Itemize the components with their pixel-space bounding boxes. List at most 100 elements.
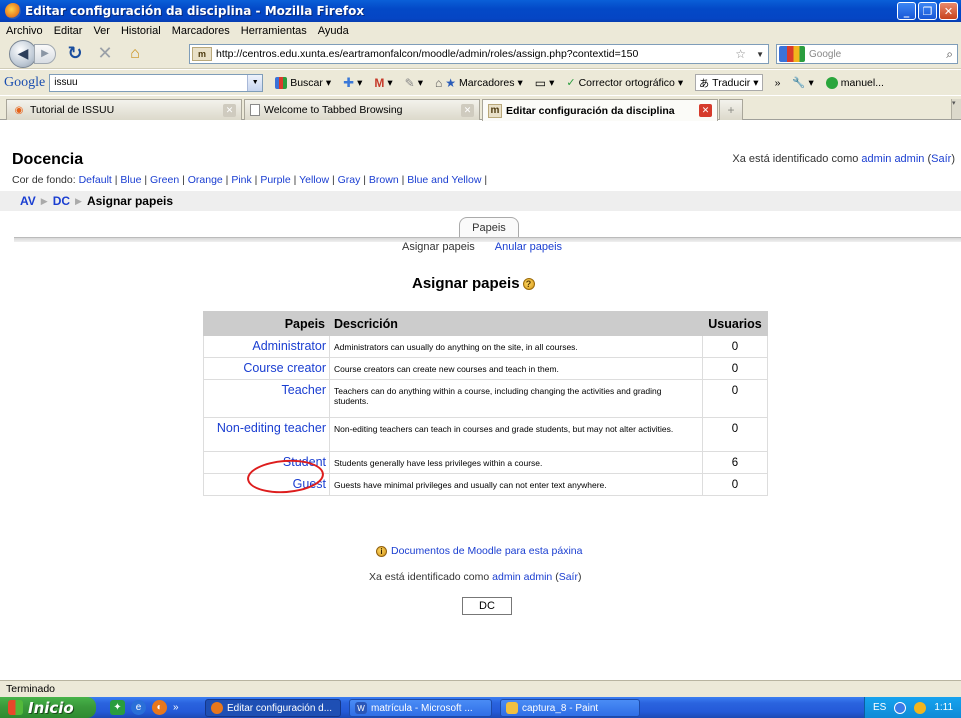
role-link-non-editing-teacher[interactable]: Non-editing teacher — [217, 421, 326, 435]
frame-button[interactable]: ▭ ▾ — [535, 76, 555, 90]
table-row: Teacher Teachers can do anything within … — [203, 379, 768, 418]
role-link-administrator[interactable]: Administrator — [252, 339, 326, 353]
menu-ayuda[interactable]: Ayuda — [318, 25, 349, 37]
breadcrumb-av[interactable]: AV — [20, 194, 36, 208]
home-icon[interactable]: ⌂ — [124, 43, 146, 65]
role-link-student[interactable]: Student — [283, 455, 326, 469]
color-yellow[interactable]: Yellow — [299, 174, 329, 186]
traducir-label: Traducir — [712, 76, 751, 89]
url-bar[interactable]: m http://centros.edu.xunta.es/eartramonf… — [189, 44, 769, 64]
role-link-teacher[interactable]: Teacher — [282, 383, 326, 397]
url-dropdown-icon[interactable]: ▼ — [756, 50, 764, 59]
tab-scroll-button[interactable]: ▾ — [951, 99, 961, 119]
forward-button[interactable]: ▶ — [34, 43, 56, 64]
back-button[interactable]: ◀ — [9, 39, 37, 68]
spellcheck-button[interactable]: ✓ Corrector ortográfico ▾ — [566, 76, 683, 90]
docs-link-text[interactable]: Documentos de Moodle para esta páxina — [391, 545, 582, 557]
help-icon[interactable]: ? — [522, 277, 535, 290]
color-orange[interactable]: Orange — [188, 174, 223, 186]
close-tab-icon[interactable]: ✕ — [461, 103, 474, 117]
subtab-anular-papeis[interactable]: Anular papeis — [495, 241, 562, 253]
ie-icon[interactable]: e — [131, 700, 146, 715]
tab-editar-configuracion[interactable]: m Editar configuración da disciplina ✕ — [482, 99, 718, 121]
google-search-dropdown-icon[interactable]: ▼ — [247, 74, 263, 91]
search-box[interactable]: Google ⌕ — [776, 44, 958, 64]
bookmark-star-icon[interactable]: ☆ — [735, 47, 746, 61]
google-toolbar: Google issuu ▼ Buscar ▾ ✚ ▾ M ▾ ✎ ▾ ⌂ ★ Mar… — [0, 70, 961, 95]
colors-label: Cor de fondo: — [12, 174, 76, 186]
color-default[interactable]: Default — [79, 174, 112, 186]
start-button[interactable]: Inicio — [0, 697, 96, 718]
menu-archivo[interactable]: Archivo — [6, 25, 43, 37]
menu-editar[interactable]: Editar — [54, 25, 83, 37]
url-text[interactable]: http://centros.edu.xunta.es/eartramonfal… — [216, 48, 638, 60]
site-name: Docencia — [12, 151, 84, 168]
bookmarks-button[interactable]: ⌂ ★ Marcadores ▾ — [435, 76, 523, 90]
plus-button[interactable]: ✚ ▾ — [343, 75, 362, 91]
search-engine-icon[interactable] — [779, 46, 805, 62]
share-icon: ✎ — [404, 75, 415, 90]
wrench-icon: 🔧 — [792, 77, 806, 89]
language-indicator[interactable]: ES — [873, 702, 886, 713]
footer-logout-link[interactable]: Saír — [559, 571, 578, 583]
reload-icon[interactable]: ↻ — [64, 43, 86, 65]
google-search-input[interactable]: issuu ▼ — [49, 73, 264, 92]
close-tab-icon[interactable]: ✕ — [699, 104, 712, 117]
moodle-docs-link[interactable]: i Documentos de Moodle para esta páxina — [376, 545, 582, 557]
color-gray[interactable]: Gray — [338, 174, 361, 186]
user-account-button[interactable]: manuel... — [825, 76, 884, 89]
color-brown[interactable]: Brown — [369, 174, 399, 186]
tab-welcome[interactable]: Welcome to Tabbed Browsing ✕ — [244, 99, 480, 120]
close-window-button[interactable]: ✕ — [939, 2, 958, 20]
quick-launch-overflow-icon[interactable]: » — [173, 702, 179, 713]
subtabs: Asignar papeis Anular papeis — [402, 241, 562, 253]
menu-herramientas[interactable]: Herramientas — [241, 25, 307, 37]
course-home-button[interactable]: DC — [462, 597, 512, 615]
color-purple[interactable]: Purple — [260, 174, 290, 186]
logout-link[interactable]: Saír — [931, 153, 951, 165]
subtab-asignar-papeis[interactable]: Asignar papeis — [402, 241, 475, 253]
breadcrumb-dc[interactable]: DC — [53, 194, 70, 208]
taskbar-firefox[interactable]: Editar configuración d... — [205, 699, 341, 717]
firefox-task-icon — [211, 702, 223, 714]
color-blue-and-yellow[interactable]: Blue and Yellow — [407, 174, 481, 186]
translate-button[interactable]: あ Traducir ▾ — [695, 74, 763, 91]
tab-tutorial-issuu[interactable]: ◉ Tutorial de ISSUU ✕ — [6, 99, 242, 120]
share-button[interactable]: ✎ ▾ — [405, 76, 423, 90]
tab-papeis[interactable]: Papeis — [459, 217, 519, 238]
security-shield-icon[interactable] — [914, 701, 927, 714]
buscar-button[interactable]: Buscar ▾ — [275, 76, 331, 89]
network-icon[interactable] — [894, 701, 907, 714]
user-label: manuel... — [840, 76, 884, 89]
new-tab-button[interactable]: + — [719, 99, 743, 120]
page-content: Docencia Xa está identificado como admin… — [0, 121, 961, 678]
desktop-icon[interactable]: ✦ — [110, 700, 125, 715]
close-tab-icon[interactable]: ✕ — [223, 103, 236, 117]
role-link-course-creator[interactable]: Course creator — [243, 361, 326, 375]
color-green[interactable]: Green — [150, 174, 179, 186]
taskbar-word[interactable]: W matrícula - Microsoft ... — [349, 699, 492, 717]
table-row: Student Students generally have less pri… — [203, 451, 768, 474]
taskbar-paint[interactable]: captura_8 - Paint — [500, 699, 640, 717]
footer-user-link[interactable]: admin admin — [492, 571, 552, 583]
menu-marcadores[interactable]: Marcadores — [172, 25, 230, 37]
menu-ver[interactable]: Ver — [93, 25, 110, 37]
role-user-count: 0 — [702, 357, 768, 380]
role-description: Administrators can usually do anything o… — [329, 335, 703, 358]
gmail-button[interactable]: M ▾ — [374, 76, 392, 90]
firefox-quicklaunch-icon[interactable]: ◐ — [152, 700, 167, 715]
role-link-guest[interactable]: Guest — [293, 477, 326, 491]
stop-icon[interactable]: ✕ — [94, 43, 116, 65]
toolbar-overflow-button[interactable]: » — [775, 77, 781, 89]
maximize-button[interactable]: ❐ — [918, 2, 937, 20]
breadcrumb: AV ▶ DC ▶ Asignar papeis — [0, 191, 961, 211]
search-icon[interactable]: ⌕ — [946, 47, 953, 62]
search-placeholder: Google — [809, 48, 842, 60]
spellcheck-icon: ✓ — [566, 77, 576, 89]
menu-historial[interactable]: Historial — [121, 25, 161, 37]
wrench-button[interactable]: 🔧 ▾ — [792, 76, 813, 90]
color-blue[interactable]: Blue — [120, 174, 141, 186]
user-link[interactable]: admin admin — [861, 153, 924, 165]
color-pink[interactable]: Pink — [231, 174, 251, 186]
minimize-button[interactable]: _ — [897, 2, 916, 20]
